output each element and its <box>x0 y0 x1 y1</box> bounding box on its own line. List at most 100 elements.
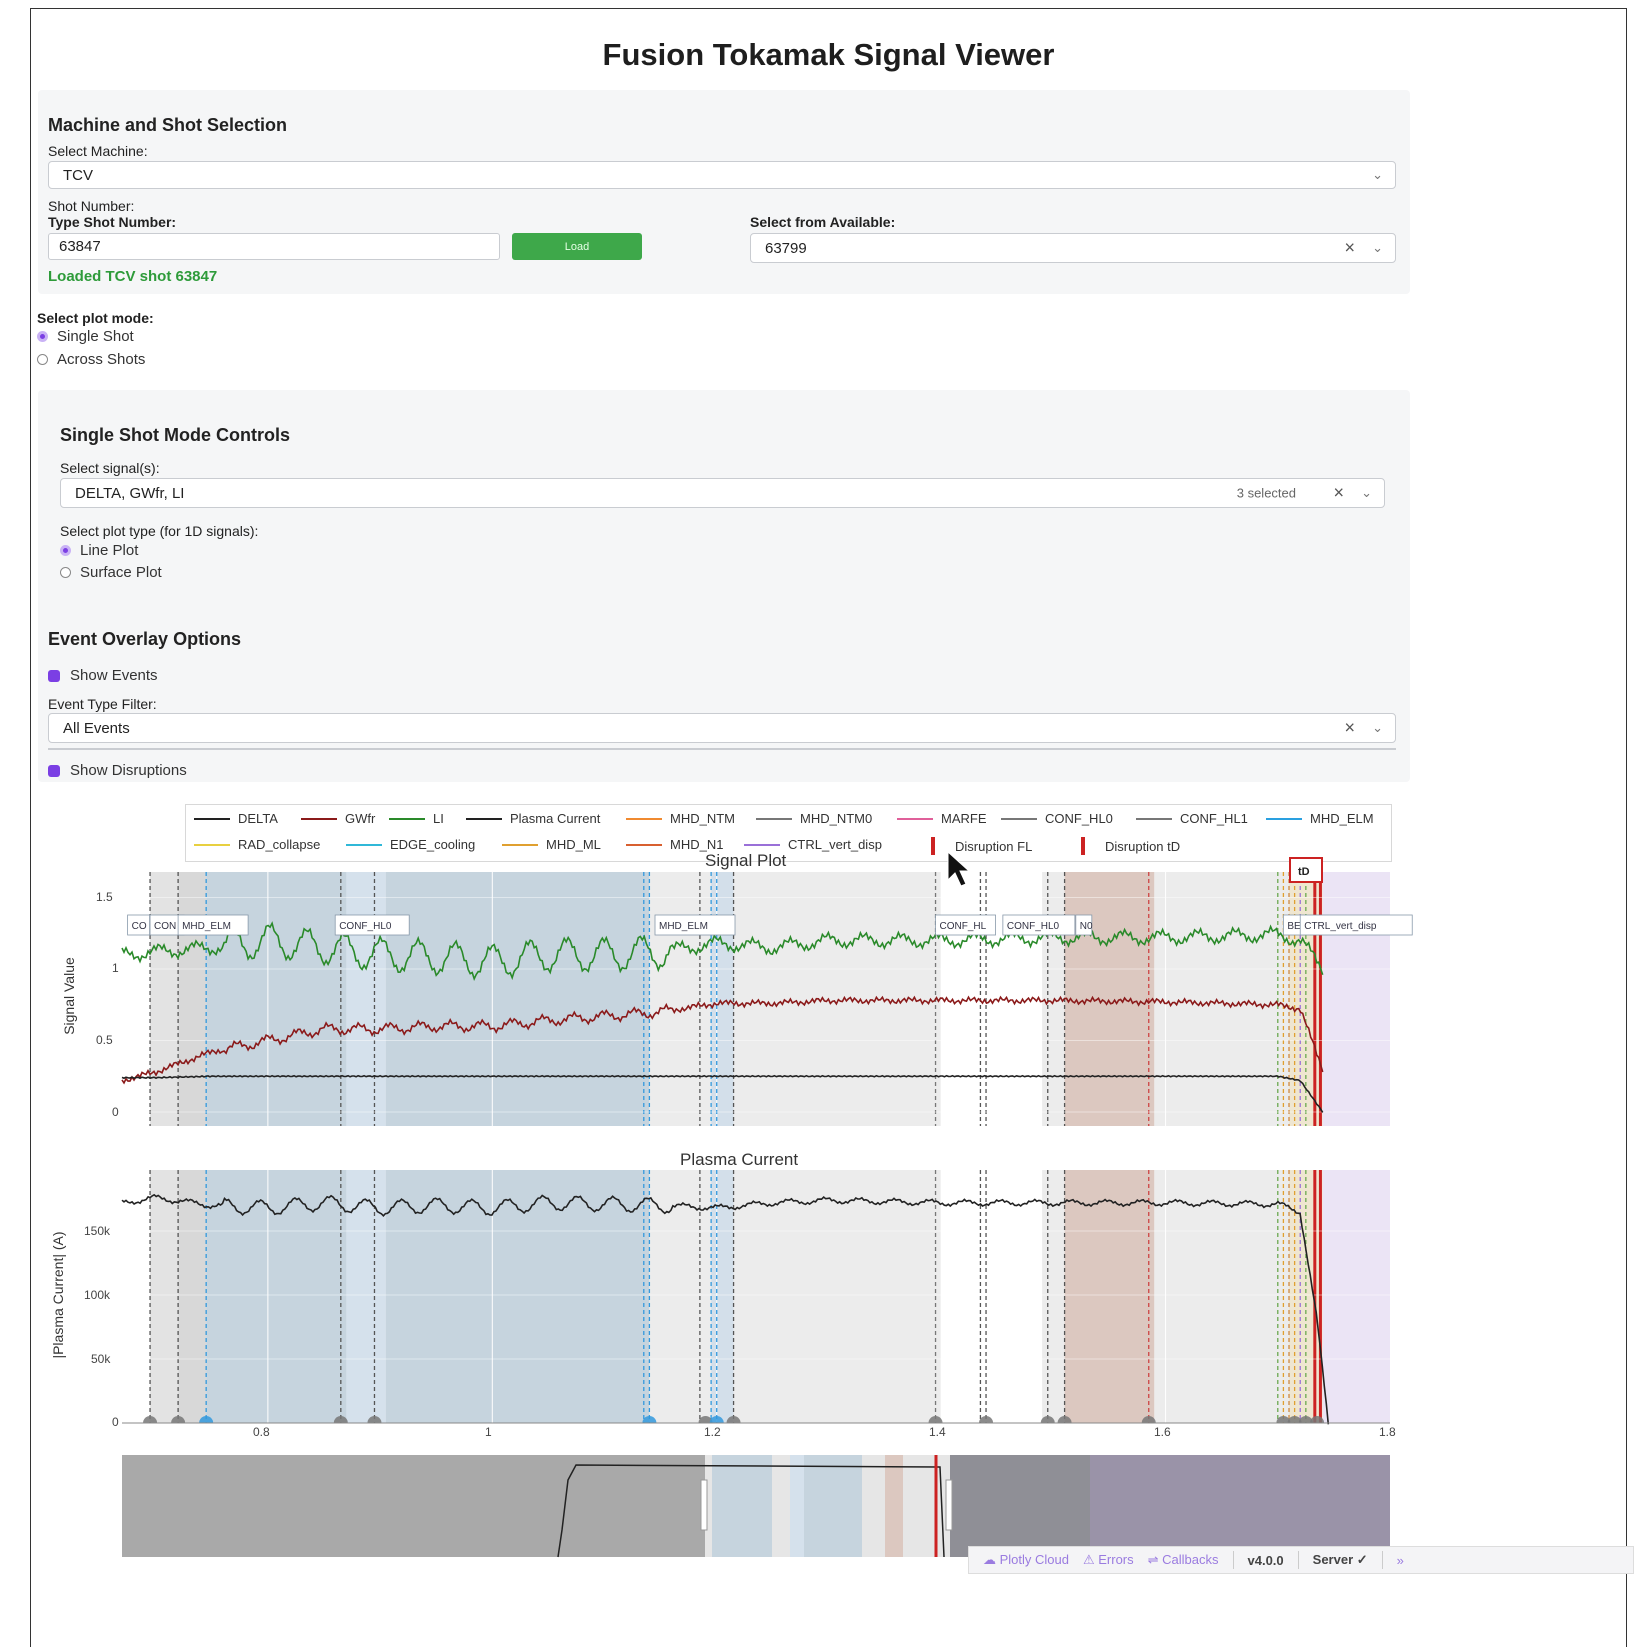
radio-surface-plot[interactable]: Surface Plot <box>60 564 162 581</box>
legend-swatch <box>1136 817 1172 820</box>
x-tick: 1.4 <box>929 1425 946 1439</box>
signals-select[interactable]: DELTA, GWfr, LI 3 selected × ⌄ <box>60 478 1385 508</box>
legend-swatch <box>1001 817 1037 820</box>
available-shot-value: 63799 <box>765 239 807 257</box>
legend-item[interactable]: RAD_collapse <box>194 837 320 852</box>
shot-number-value: 63847 <box>59 238 101 255</box>
legend-swatch <box>626 817 662 820</box>
single-shot-heading: Single Shot Mode Controls <box>60 425 290 445</box>
legend-swatch <box>897 817 933 820</box>
load-button[interactable]: Load <box>512 233 642 260</box>
radio-selected-icon <box>37 331 48 342</box>
event-filter-select[interactable]: All Events × ⌄ <box>48 713 1396 743</box>
available-label: Select from Available: <box>750 214 896 230</box>
radio-label: Line Plot <box>80 542 139 559</box>
shot-number-label: Shot Number: <box>48 198 135 214</box>
page-title: Fusion Tokamak Signal Viewer <box>602 37 1055 72</box>
legend-label: MHD_N1 <box>670 837 724 852</box>
errors-link[interactable]: ⚠ Errors <box>1083 1552 1134 1568</box>
legend-label: MHD_NTM0 <box>800 811 873 826</box>
legend-item[interactable]: CONF_HL0 <box>1001 811 1113 826</box>
radio-label: Across Shots <box>57 351 146 368</box>
legend-label: MARFE <box>941 811 987 826</box>
shot-number-input[interactable]: 63847 <box>48 233 500 260</box>
show-events-checkbox[interactable]: Show Events <box>48 667 158 684</box>
radio-line-plot[interactable]: Line Plot <box>60 542 138 559</box>
y-tick: 100k <box>84 1288 111 1302</box>
plot-mode-label: Select plot mode: <box>37 310 154 326</box>
divider <box>1297 1551 1299 1569</box>
legend-swatch <box>502 843 538 846</box>
legend-item[interactable]: Disruption FL <box>931 837 1032 855</box>
legend-item[interactable]: CTRL_vert_disp <box>744 837 882 852</box>
clear-icon[interactable]: × <box>1344 718 1355 739</box>
legend-label: CTRL_vert_disp <box>788 837 882 852</box>
radio-selected-icon <box>60 545 71 556</box>
legend-swatch <box>389 817 425 820</box>
machine-label: Select Machine: <box>48 143 148 159</box>
legend-swatch <box>1266 817 1302 820</box>
chevron-down-icon: ⌄ <box>1372 167 1383 182</box>
y-tick: 1.5 <box>96 890 113 904</box>
chevron-down-icon[interactable]: ⌄ <box>1372 720 1383 736</box>
expand-icon[interactable]: » <box>1397 1553 1404 1568</box>
radio-unselected-icon <box>60 567 71 578</box>
radio-single-shot[interactable]: Single Shot <box>37 328 134 345</box>
legend-item[interactable]: MHD_NTM0 <box>756 811 872 826</box>
machine-section-heading: Machine and Shot Selection <box>48 115 288 135</box>
signal-plot-title: Signal Plot <box>705 851 787 870</box>
legend-item[interactable]: MHD_ELM <box>1266 811 1374 826</box>
callbacks-link[interactable]: ⇌ Callbacks <box>1148 1552 1219 1568</box>
radio-across-shots[interactable]: Across Shots <box>37 351 145 368</box>
signals-select-value: DELTA, GWfr, LI <box>75 484 185 502</box>
legend-item[interactable]: MHD_ML <box>502 837 601 852</box>
legend-label: MHD_NTM <box>670 811 735 826</box>
server-status: Server ✓ <box>1312 1552 1368 1567</box>
type-shot-label: Type Shot Number: <box>48 214 177 230</box>
x-tick: 1.6 <box>1154 1425 1171 1439</box>
legend-item[interactable]: Disruption tD <box>1081 837 1180 855</box>
legend-item[interactable]: EDGE_cooling <box>346 837 475 852</box>
legend-item[interactable]: CONF_HL1 <box>1136 811 1248 826</box>
chevron-down-icon[interactable]: ⌄ <box>1372 240 1383 256</box>
machine-select-value: TCV <box>63 166 93 184</box>
clear-icon[interactable]: × <box>1333 483 1344 504</box>
legend-item[interactable]: Plasma Current <box>466 811 600 826</box>
legend-item[interactable]: MARFE <box>897 811 987 826</box>
legend-swatch <box>1081 837 1085 855</box>
selected-count: 3 selected <box>1236 485 1296 501</box>
plotly-cloud-link[interactable]: ☁ Plotly Cloud <box>983 1552 1069 1568</box>
y-tick: 150k <box>84 1224 111 1238</box>
legend-item[interactable]: MHD_N1 <box>626 837 723 852</box>
legend-swatch <box>626 843 662 846</box>
available-shot-select[interactable]: 63799 × ⌄ <box>750 233 1396 263</box>
current-plot-title: Plasma Current <box>680 1150 799 1169</box>
show-disruptions-checkbox[interactable]: Show Disruptions <box>48 762 187 779</box>
legend-item[interactable]: LI <box>389 811 444 826</box>
legend-swatch <box>931 837 935 855</box>
clear-icon[interactable]: × <box>1344 238 1355 259</box>
legend-label: Disruption FL <box>955 838 1033 854</box>
x-tick: 1.8 <box>1379 1425 1396 1439</box>
radio-unselected-icon <box>37 354 48 365</box>
divider <box>1232 1551 1234 1569</box>
plot-legend: DELTA GWfr LI Plasma Current MHD_NTM MHD_NTM0… <box>185 804 1392 862</box>
chevron-down-icon[interactable]: ⌄ <box>1361 485 1372 501</box>
current-plot-ylabel: |Plasma Current| (A) <box>50 1231 66 1359</box>
y-tick: 1 <box>112 961 119 975</box>
legend-swatch <box>301 817 337 820</box>
legend-item[interactable]: GWfr <box>301 811 375 826</box>
legend-label: RAD_collapse <box>238 837 321 852</box>
machine-select[interactable]: TCV ⌄ <box>48 161 1396 189</box>
legend-label: MHD_ELM <box>1310 811 1374 826</box>
load-status: Loaded TCV shot 63847 <box>48 268 218 285</box>
x-tick: 1 <box>485 1425 492 1439</box>
legend-swatch <box>194 817 230 820</box>
legend-item[interactable]: DELTA <box>194 811 278 826</box>
legend-label: LI <box>433 811 444 826</box>
plot-type-label: Select plot type (for 1D signals): <box>60 523 259 539</box>
checkbox-checked-icon <box>48 669 60 682</box>
legend-item[interactable]: MHD_NTM <box>626 811 735 826</box>
events-heading: Event Overlay Options <box>48 629 242 649</box>
checkbox-label: Show Events <box>70 667 158 684</box>
